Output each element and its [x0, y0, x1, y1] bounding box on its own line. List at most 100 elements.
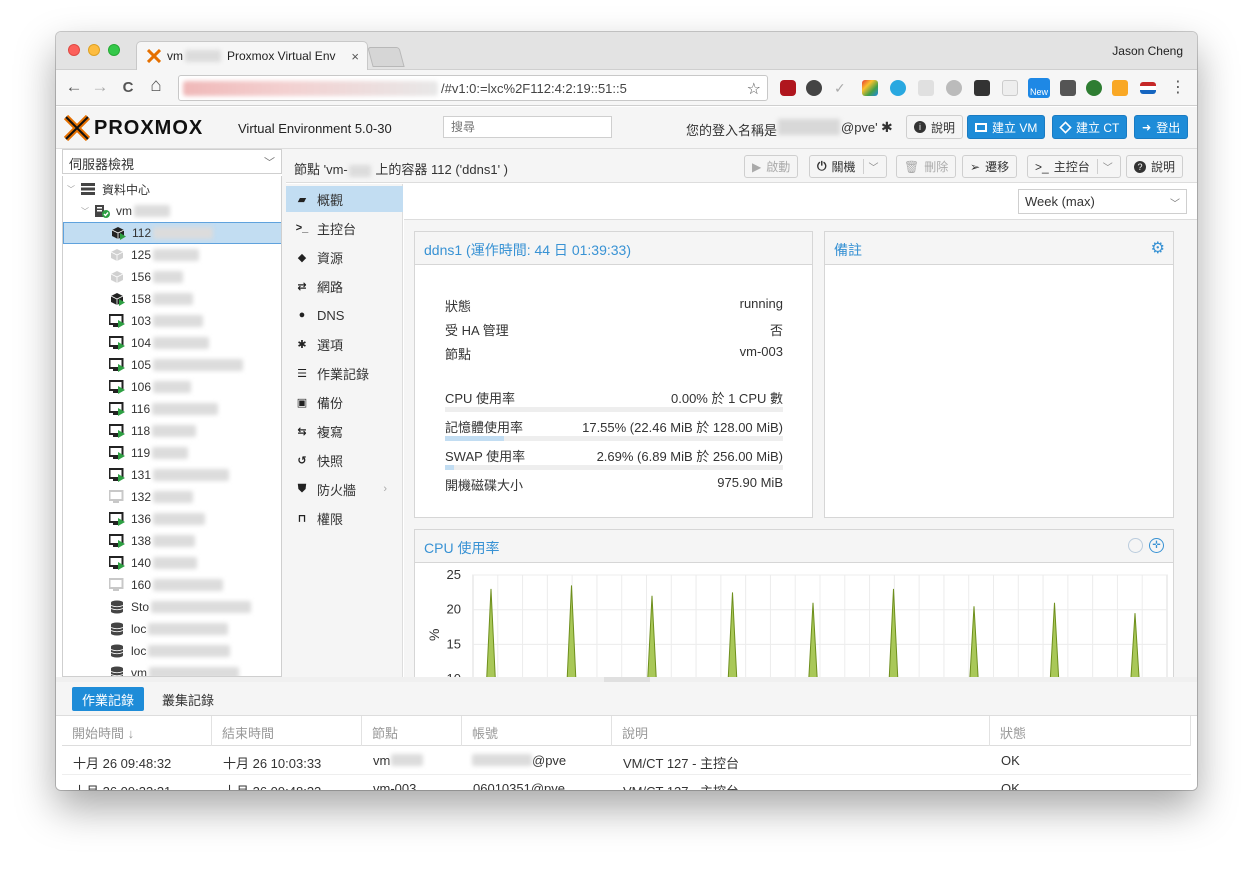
migrate-button[interactable]: ➢ 遷移: [962, 155, 1018, 178]
expand-toggle-icon[interactable]: ﹀: [67, 184, 77, 195]
tree-item[interactable]: 158: [63, 288, 281, 310]
shutdown-button[interactable]: ⏻ 關機 ﹀: [809, 155, 887, 178]
minimize-window-button[interactable]: [88, 44, 100, 56]
search-input[interactable]: [443, 116, 612, 138]
tree-item[interactable]: loc: [63, 640, 281, 662]
menu-item[interactable]: >_ 主控台: [286, 215, 403, 241]
menu-item[interactable]: ◆ 資源: [286, 244, 403, 270]
tree-item[interactable]: 138: [63, 530, 281, 552]
column-header[interactable]: 節點: [362, 716, 462, 746]
sync-extension-icon[interactable]: [890, 80, 906, 96]
tree-item[interactable]: 103: [63, 310, 281, 332]
menu-item[interactable]: ● DNS: [286, 302, 403, 328]
tree-item[interactable]: 136: [63, 508, 281, 530]
tab-close-icon[interactable]: ×: [351, 49, 359, 64]
logout-button[interactable]: ➜ 登出: [1134, 115, 1189, 139]
back-arrow-icon[interactable]: ←: [64, 77, 84, 97]
help-button[interactable]: ? 說明: [1126, 155, 1184, 178]
tree-item[interactable]: 160: [63, 574, 281, 596]
column-header[interactable]: 開始時間 ↓: [62, 716, 212, 746]
new-badge-label: New: [1029, 87, 1048, 97]
ublock-icon[interactable]: [780, 80, 796, 96]
menu-item[interactable]: ↺ 快照: [286, 447, 403, 473]
color-extension-icon[interactable]: [862, 80, 878, 96]
tree-item[interactable]: 119: [63, 442, 281, 464]
console-button[interactable]: >_ 主控台 ﹀: [1027, 155, 1121, 178]
tree-item[interactable]: 118: [63, 420, 281, 442]
browser-tab-active[interactable]: vm Proxmox Virtual Env ×: [136, 41, 368, 70]
flag-extension-icon[interactable]: [1140, 82, 1156, 94]
tree-item[interactable]: Sto: [63, 596, 281, 618]
column-header[interactable]: 帳號: [462, 716, 612, 746]
start-button[interactable]: ▶ 啟動: [744, 155, 799, 178]
browser-profile-name[interactable]: Jason Cheng: [1112, 44, 1183, 58]
menu-item[interactable]: ⇄ 網路: [286, 273, 403, 299]
chevron-down-icon[interactable]: ﹀: [1096, 159, 1113, 174]
tree-item[interactable]: 140: [63, 552, 281, 574]
column-header[interactable]: 說明: [612, 716, 990, 746]
close-window-button[interactable]: [68, 44, 80, 56]
tree-item[interactable]: 156: [63, 266, 281, 288]
menu-item[interactable]: ⛊ 防火牆 ›: [286, 476, 403, 502]
extension-hook-icon[interactable]: [806, 80, 822, 96]
browser-menu-icon[interactable]: ⋮: [1168, 77, 1188, 97]
expand-toggle-icon[interactable]: ﹀: [81, 206, 91, 217]
home-icon[interactable]: ⌂: [146, 75, 166, 97]
menu-item[interactable]: ⇆ 複寫: [286, 418, 403, 444]
smart-extension-icon[interactable]: [1002, 80, 1018, 96]
chevron-down-icon[interactable]: ﹀: [862, 159, 879, 174]
tree-item[interactable]: 132: [63, 486, 281, 508]
status-panel-title: ddns1 (運作時間: 44 日 01:39:33): [424, 242, 631, 258]
address-bar[interactable]: /#v1:0:=lxc%2F112:4:2:19::51::5 ☆: [178, 75, 768, 101]
tree-item[interactable]: 104: [63, 332, 281, 354]
tree-item[interactable]: ﹀ vm: [63, 200, 281, 222]
delete-button[interactable]: 🗑 刪除: [896, 155, 957, 178]
view-selector[interactable]: 伺服器檢視 ﹀: [62, 149, 282, 174]
menu-item[interactable]: ✱ 選項: [286, 331, 403, 357]
user-gear-icon[interactable]: ✱: [881, 119, 893, 136]
column-header[interactable]: 結束時間: [212, 716, 362, 746]
timeframe-selector[interactable]: Week (max) ﹀: [1018, 189, 1187, 214]
tree-item[interactable]: 131: [63, 464, 281, 486]
tab-cluster-log[interactable]: 叢集記錄: [152, 687, 224, 711]
chevron-right-icon[interactable]: ›: [383, 483, 387, 495]
tree-item[interactable]: 105: [63, 354, 281, 376]
tab-prefix: vm: [167, 49, 183, 63]
copy-extension-icon[interactable]: [1060, 80, 1076, 96]
menu-item[interactable]: ⊓ 權限: [286, 505, 403, 531]
zoom-icon[interactable]: ✛: [1149, 538, 1164, 553]
new-extension-icon[interactable]: New: [1028, 78, 1050, 98]
create-ct-button[interactable]: 建立 CT: [1052, 115, 1128, 139]
new-tab-button[interactable]: [367, 47, 405, 67]
tab-tasks[interactable]: 作業記錄: [72, 687, 145, 711]
bookmark-star-icon[interactable]: ☆: [747, 79, 761, 99]
resource-tree: ﹀ 資料中心 ﹀ vm 112 125 156 158 103 104 105 106 116 118 11…: [62, 176, 282, 677]
column-header[interactable]: 狀態: [990, 716, 1191, 746]
header-help-button[interactable]: i 說明: [906, 115, 964, 139]
table-row[interactable]: 十月 26 09:33:31 十月 26 09:48:32 vm-003 060103…: [62, 775, 1191, 790]
cursor-extension-icon[interactable]: [918, 80, 934, 96]
tree-item[interactable]: 125: [63, 244, 281, 266]
screenshot-extension-icon[interactable]: [974, 80, 990, 96]
gear-icon[interactable]: ⚙: [1151, 238, 1165, 258]
create-vm-button[interactable]: 建立 VM: [967, 115, 1046, 139]
menu-item[interactable]: ▣ 備份: [286, 389, 403, 415]
blurred-text: [153, 469, 230, 481]
tree-item[interactable]: ﹀ 資料中心: [63, 178, 281, 200]
tree-item[interactable]: 112: [63, 222, 281, 244]
puzzle-extension-icon[interactable]: [1086, 80, 1102, 96]
table-row[interactable]: 十月 26 09:48:32 十月 26 10:03:33 vm @pve VM/CT …: [62, 747, 1191, 775]
tree-item[interactable]: 116: [63, 398, 281, 420]
menu-item[interactable]: ☰ 作業記錄: [286, 360, 403, 386]
broom-extension-icon[interactable]: [1112, 80, 1128, 96]
reload-icon[interactable]: C: [118, 79, 138, 96]
forward-arrow-icon[interactable]: →: [90, 77, 110, 97]
checkmark-icon[interactable]: ✓: [834, 80, 850, 96]
menu-item[interactable]: ▰ 概觀: [286, 186, 403, 212]
circle-extension-icon[interactable]: [946, 80, 962, 96]
zoom-reset-icon[interactable]: [1128, 538, 1143, 553]
tree-item[interactable]: loc: [63, 618, 281, 640]
tree-item[interactable]: vm: [63, 662, 281, 676]
maximize-window-button[interactable]: [108, 44, 120, 56]
tree-item[interactable]: 106: [63, 376, 281, 398]
